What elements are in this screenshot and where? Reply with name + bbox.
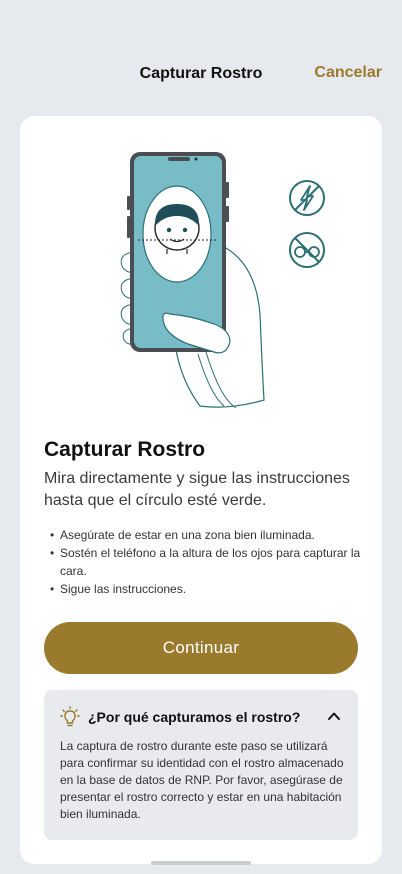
why-accordion-header[interactable]: ¿Por qué capturamos el rostro?: [60, 706, 342, 728]
why-accordion-title: ¿Por qué capturamos el rostro?: [88, 709, 301, 725]
continue-button[interactable]: Continuar: [44, 622, 358, 674]
instruction-item: Sostén el teléfono a la altura de los oj…: [44, 544, 364, 580]
face-capture-illustration: [120, 152, 325, 409]
no-glasses-icon: [289, 232, 325, 268]
lightbulb-icon: [60, 706, 80, 727]
instructions-list: Asegúrate de estar en una zona bien ilum…: [44, 526, 364, 598]
header: Capturar Rostro Cancelar: [0, 0, 402, 100]
cancel-button[interactable]: Cancelar: [314, 64, 382, 82]
chevron-up-icon[interactable]: [326, 708, 342, 724]
no-flash-icon: [289, 180, 325, 216]
home-indicator: [151, 861, 251, 865]
instruction-item: Asegúrate de estar en una zona bien ilum…: [44, 526, 364, 544]
instruction-item: Sigue las instrucciones.: [44, 580, 364, 598]
section-subtitle: Mira directamente y sigue las instruccio…: [44, 470, 350, 509]
why-accordion-body: La captura de rostro durante este paso s…: [60, 739, 344, 821]
content-card: Capturar Rostro Mira directamente y sigu…: [20, 116, 382, 864]
section-title: Capturar Rostro: [44, 438, 206, 461]
why-accordion: ¿Por qué capturamos el rostro? La captur…: [44, 690, 358, 840]
